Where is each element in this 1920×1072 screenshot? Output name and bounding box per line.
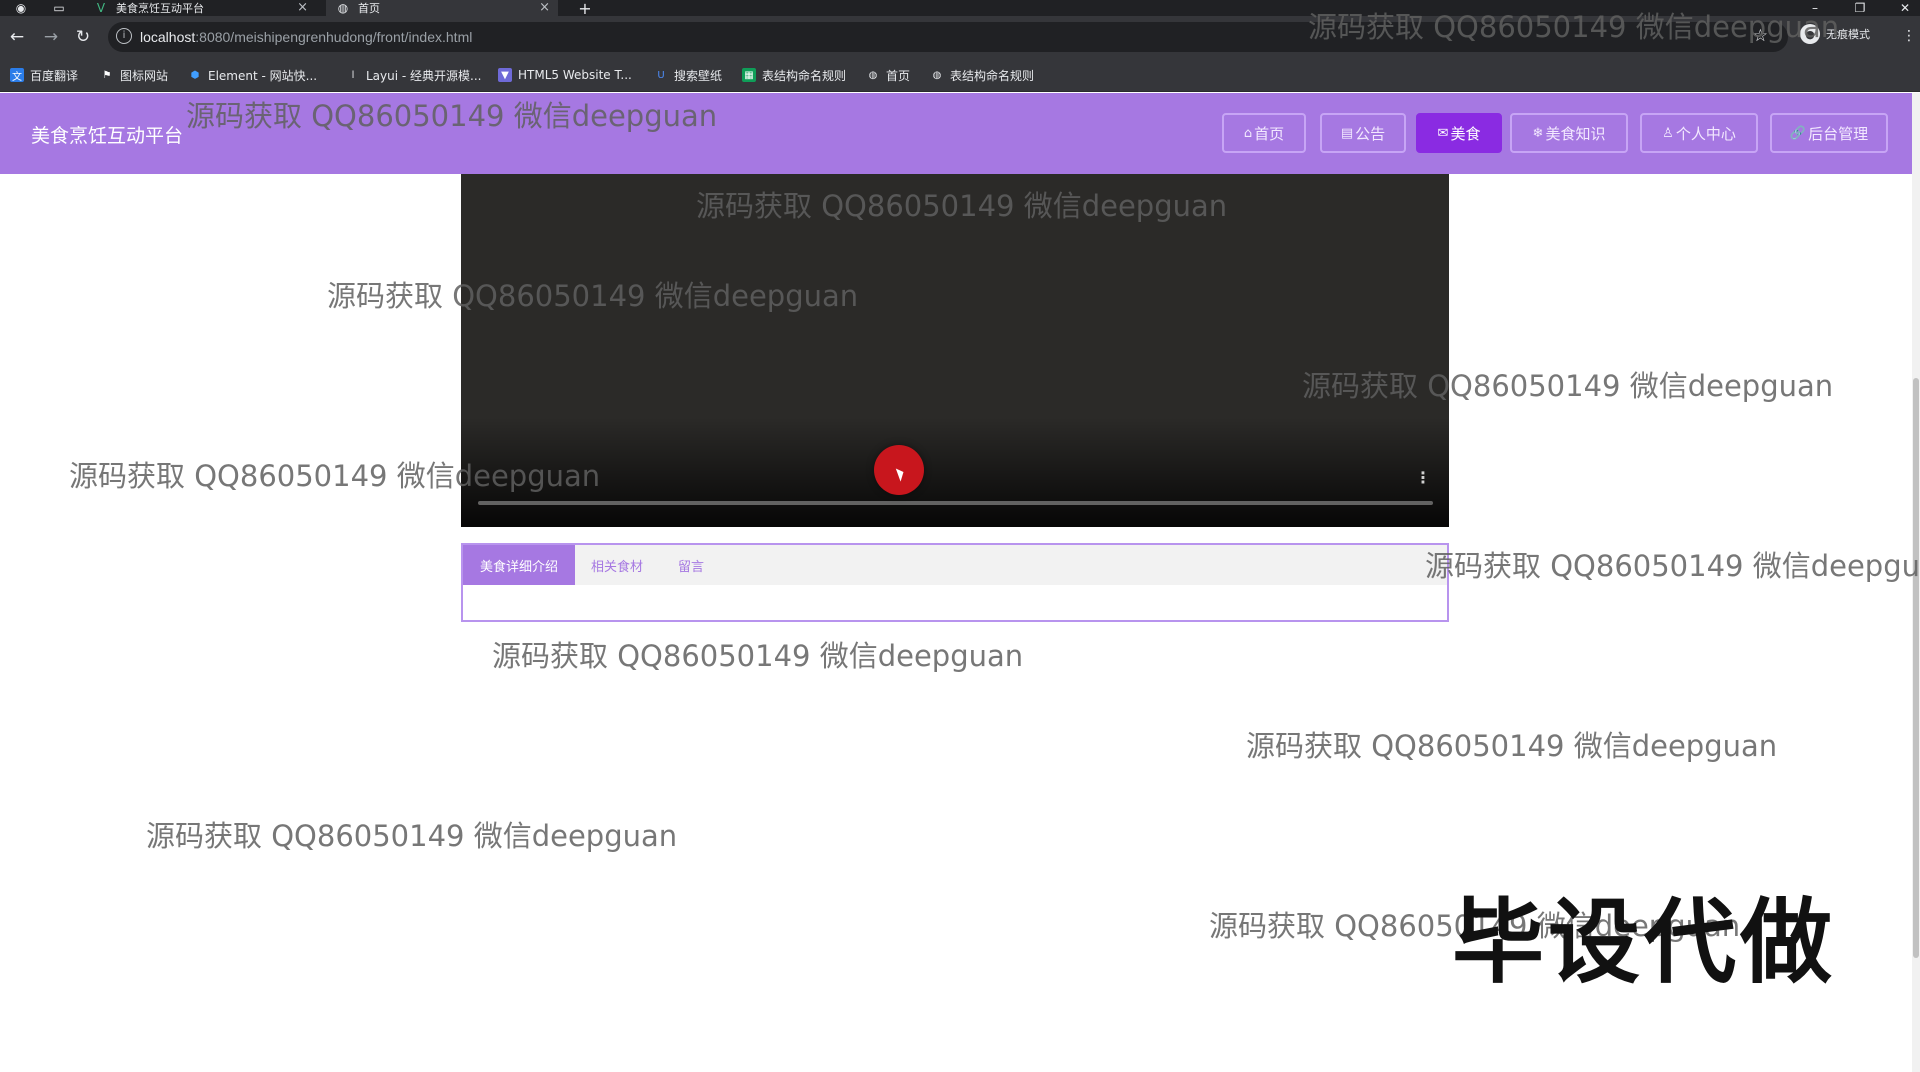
globe-icon: ◍ (932, 69, 942, 81)
vue-icon: V (96, 1, 106, 15)
forward-icon[interactable]: → (40, 26, 62, 48)
browser-tab-label: 美食烹饪互动平台 (116, 2, 204, 15)
video-progress-bar[interactable] (478, 501, 1433, 505)
video-controls-shade (461, 417, 1449, 527)
element-icon: ⬢ (190, 69, 200, 81)
site-title: 美食烹饪互动平台 (31, 125, 184, 147)
address-url[interactable]: localhost:8080/meishipengrenhudong/front… (140, 29, 472, 45)
html5-icon: ▼ (498, 68, 512, 82)
tab-food-detail[interactable]: 美食详细介绍 (463, 545, 575, 585)
bookmark-item[interactable]: 文 百度翻译 (10, 66, 78, 84)
cursor-icon (895, 466, 907, 482)
tab-overview-icon[interactable]: ▭ (52, 1, 66, 15)
bookmark-item[interactable]: ◍ 表结构命名规则 (930, 66, 1034, 84)
nav-food-button[interactable]: ✉ 美食 (1416, 113, 1502, 153)
restore-icon[interactable]: ❐ (1845, 0, 1875, 16)
watermark: 源码获取 QQ86050149 微信deepguan (1302, 369, 1834, 403)
browser-tab-platform[interactable]: V 美食烹饪互动平台 × (84, 0, 316, 16)
bookmark-item[interactable]: ⬢ Element - 网站快... (188, 66, 317, 84)
bookmark-label: 表结构命名规则 (762, 68, 847, 83)
watermark: 源码获取 QQ86050149 微信deepguan (1425, 549, 1920, 583)
globe-icon: ◍ (868, 69, 878, 81)
watermark: 源码获取 QQ86050149 微信deepguan (1308, 10, 1840, 44)
click-indicator (874, 445, 924, 495)
nav-food-knowledge-button[interactable]: ❄ 美食知识 (1510, 113, 1628, 153)
bookmark-item[interactable]: l Layui - 经典开源模... (346, 66, 482, 84)
reload-icon[interactable]: ↻ (72, 26, 94, 48)
link-icon: 🔗 (1789, 125, 1807, 141)
user-icon: ♙ (1662, 125, 1674, 141)
watermark: 源码获取 QQ86050149 微信deepguan (69, 459, 601, 493)
bookmark-label: 图标网站 (120, 68, 169, 83)
nav-admin-button[interactable]: 🔗 后台管理 (1770, 113, 1888, 153)
nav-label: 首页 (1254, 124, 1285, 143)
watermark: 源码获取 QQ86050149 微信deepguan (146, 819, 678, 853)
nav-profile-button[interactable]: ♙ 个人中心 (1640, 113, 1758, 153)
bookmark-item[interactable]: U 搜索壁纸 (654, 66, 722, 84)
browser-menu-icon[interactable]: ◉ (14, 1, 28, 15)
browser-tab-home[interactable]: ◍ 首页 × (326, 0, 558, 16)
tab-comments[interactable]: 留言 (659, 545, 723, 585)
more-options-icon[interactable]: ⋮ (1415, 468, 1431, 487)
site-info-icon[interactable]: i (116, 28, 132, 44)
browser-tab-label: 首页 (358, 2, 380, 15)
video-player[interactable]: ⋮ (461, 174, 1449, 527)
bookmark-label: Element - 网站快... (208, 68, 318, 83)
browser-menu-kebab-icon[interactable]: ⋮ (1902, 28, 1916, 44)
nav-home-button[interactable]: ⌂ 首页 (1222, 113, 1306, 153)
bookmark-item[interactable]: ⚑ 图标网站 (100, 66, 169, 84)
globe-icon: ◍ (337, 1, 349, 15)
bookmark-label: Layui - 经典开源模... (366, 68, 482, 83)
bookmark-label: 百度翻译 (30, 68, 79, 83)
nav-label: 美食知识 (1545, 124, 1606, 143)
notice-icon: ▤ (1340, 125, 1354, 141)
bookmark-label: 表结构命名规则 (950, 68, 1035, 83)
flag-icon: ⚑ (102, 69, 112, 81)
bookmark-label: 首页 (886, 68, 911, 83)
bookmarks-bar: 文 百度翻译 ⚑ 图标网站 ⬢ Element - 网站快... l Layui… (0, 58, 1920, 92)
watermark: 源码获取 QQ86050149 微信deepguan (492, 639, 1024, 673)
layui-icon: l (351, 69, 355, 81)
tab-ingredients[interactable]: 相关食材 (575, 545, 659, 585)
watermark: 源码获取 QQ86050149 微信deepguan (327, 279, 859, 313)
watermark: 源码获取 QQ86050149 微信deepguan (1246, 729, 1778, 763)
nav-label: 后台管理 (1808, 124, 1869, 143)
back-icon[interactable]: ← (6, 26, 28, 48)
wallpaper-icon: U (657, 69, 665, 81)
snowflake-icon: ❄ (1532, 125, 1544, 141)
new-tab-button[interactable]: + (578, 0, 592, 18)
bookmark-label: HTML5 Website T... (518, 68, 632, 82)
bookmark-label: 搜索壁纸 (674, 68, 723, 83)
translate-icon: 文 (10, 68, 24, 83)
scrollbar-thumb[interactable] (1913, 378, 1919, 958)
nav-notice-button[interactable]: ▤ 公告 (1320, 113, 1406, 153)
home-icon: ⌂ (1243, 125, 1253, 141)
close-icon[interactable]: × (539, 0, 550, 16)
bookmark-item[interactable]: ▦ 表结构命名规则 (742, 66, 846, 84)
nav-label: 公告 (1355, 124, 1386, 143)
watermark: 源码获取 QQ86050149 微信deepguan (186, 99, 718, 133)
watermark: 源码获取 QQ86050149 微信deepguan (696, 189, 1228, 223)
bookmark-item[interactable]: ▼ HTML5 Website T... (498, 66, 632, 84)
sheet-icon: ▦ (742, 68, 756, 82)
close-icon[interactable]: × (297, 0, 308, 16)
promo-stamp-text: 毕设代做 (1452, 889, 1837, 996)
detail-tabs-header: 美食详细介绍 相关食材 留言 (463, 545, 1447, 585)
nav-label: 个人中心 (1675, 124, 1736, 143)
mail-icon: ✉ (1437, 125, 1449, 141)
bookmark-item[interactable]: ◍ 首页 (866, 66, 910, 84)
detail-tabs-panel: 美食详细介绍 相关食材 留言 (461, 543, 1449, 622)
nav-label: 美食 (1450, 124, 1481, 143)
close-window-icon[interactable]: ✕ (1890, 0, 1920, 16)
